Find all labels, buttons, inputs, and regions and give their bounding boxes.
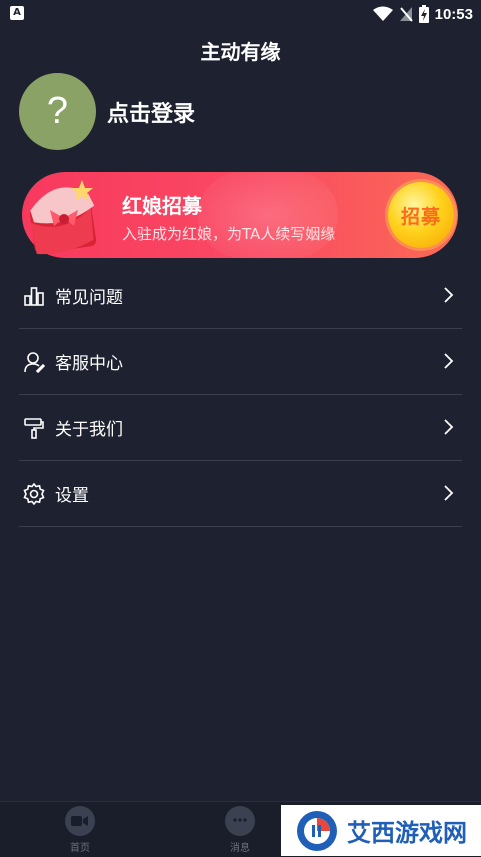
battery-charging-icon — [418, 5, 429, 23]
menu-item-settings[interactable]: 设置 — [19, 461, 462, 527]
menu-item-label: 关于我们 — [55, 420, 123, 440]
gear-icon — [21, 481, 47, 507]
avatar-placeholder-glyph: ? — [46, 90, 69, 132]
watermark-logo-icon — [297, 810, 337, 851]
wifi-icon — [372, 6, 393, 21]
status-bar: A 10:53 — [0, 0, 481, 28]
status-icons: 10:53 — [372, 4, 473, 24]
page-title: 主动有缘 — [200, 40, 281, 64]
user-service-icon — [21, 349, 47, 375]
no-signal-icon — [399, 7, 413, 22]
bar-chart-icon — [21, 283, 47, 309]
app-notification-icon: A — [10, 6, 24, 20]
red-envelope-icon — [29, 180, 97, 255]
banner-glow — [198, 172, 338, 258]
chevron-right-icon — [444, 287, 454, 303]
paint-roller-icon — [21, 415, 47, 441]
chat-icon — [225, 806, 255, 836]
menu-item-about-us[interactable]: 关于我们 — [19, 395, 462, 461]
tab-label: 消息 — [230, 843, 250, 854]
login-link[interactable]: 点击登录 — [107, 96, 195, 128]
profile-section[interactable]: ? 点击登录 — [19, 73, 195, 150]
matchmaker-recruit-banner[interactable]: 红娘招募 入驻成为红娘，为TA人续写姻缘 招募 — [22, 172, 458, 258]
clock: 10:53 — [434, 5, 473, 23]
tab-home[interactable]: 首页 — [50, 806, 110, 854]
watermark-text: 艾西游戏网 — [347, 818, 467, 847]
avatar[interactable]: ? — [19, 73, 96, 150]
recruit-button[interactable]: 招募 — [388, 182, 454, 248]
menu-item-label: 常见问题 — [55, 288, 123, 308]
site-watermark: 艾西游戏网 — [281, 805, 481, 856]
banner-subtitle: 入驻成为红娘，为TA人续写姻缘 — [122, 225, 336, 243]
tab-label: 首页 — [70, 843, 90, 854]
chevron-right-icon — [444, 485, 454, 501]
menu-item-label: 设置 — [55, 486, 89, 506]
menu-item-customer-service[interactable]: 客服中心 — [19, 329, 462, 395]
banner-title: 红娘招募 — [122, 194, 202, 218]
tab-messages[interactable]: 消息 — [210, 806, 270, 854]
menu-item-label: 客服中心 — [55, 354, 123, 374]
video-icon — [65, 806, 95, 836]
chevron-right-icon — [444, 419, 454, 435]
menu-list: 常见问题 客服中心 关于我们 设置 — [19, 263, 462, 527]
chevron-right-icon — [444, 353, 454, 369]
menu-item-faq[interactable]: 常见问题 — [19, 263, 462, 329]
